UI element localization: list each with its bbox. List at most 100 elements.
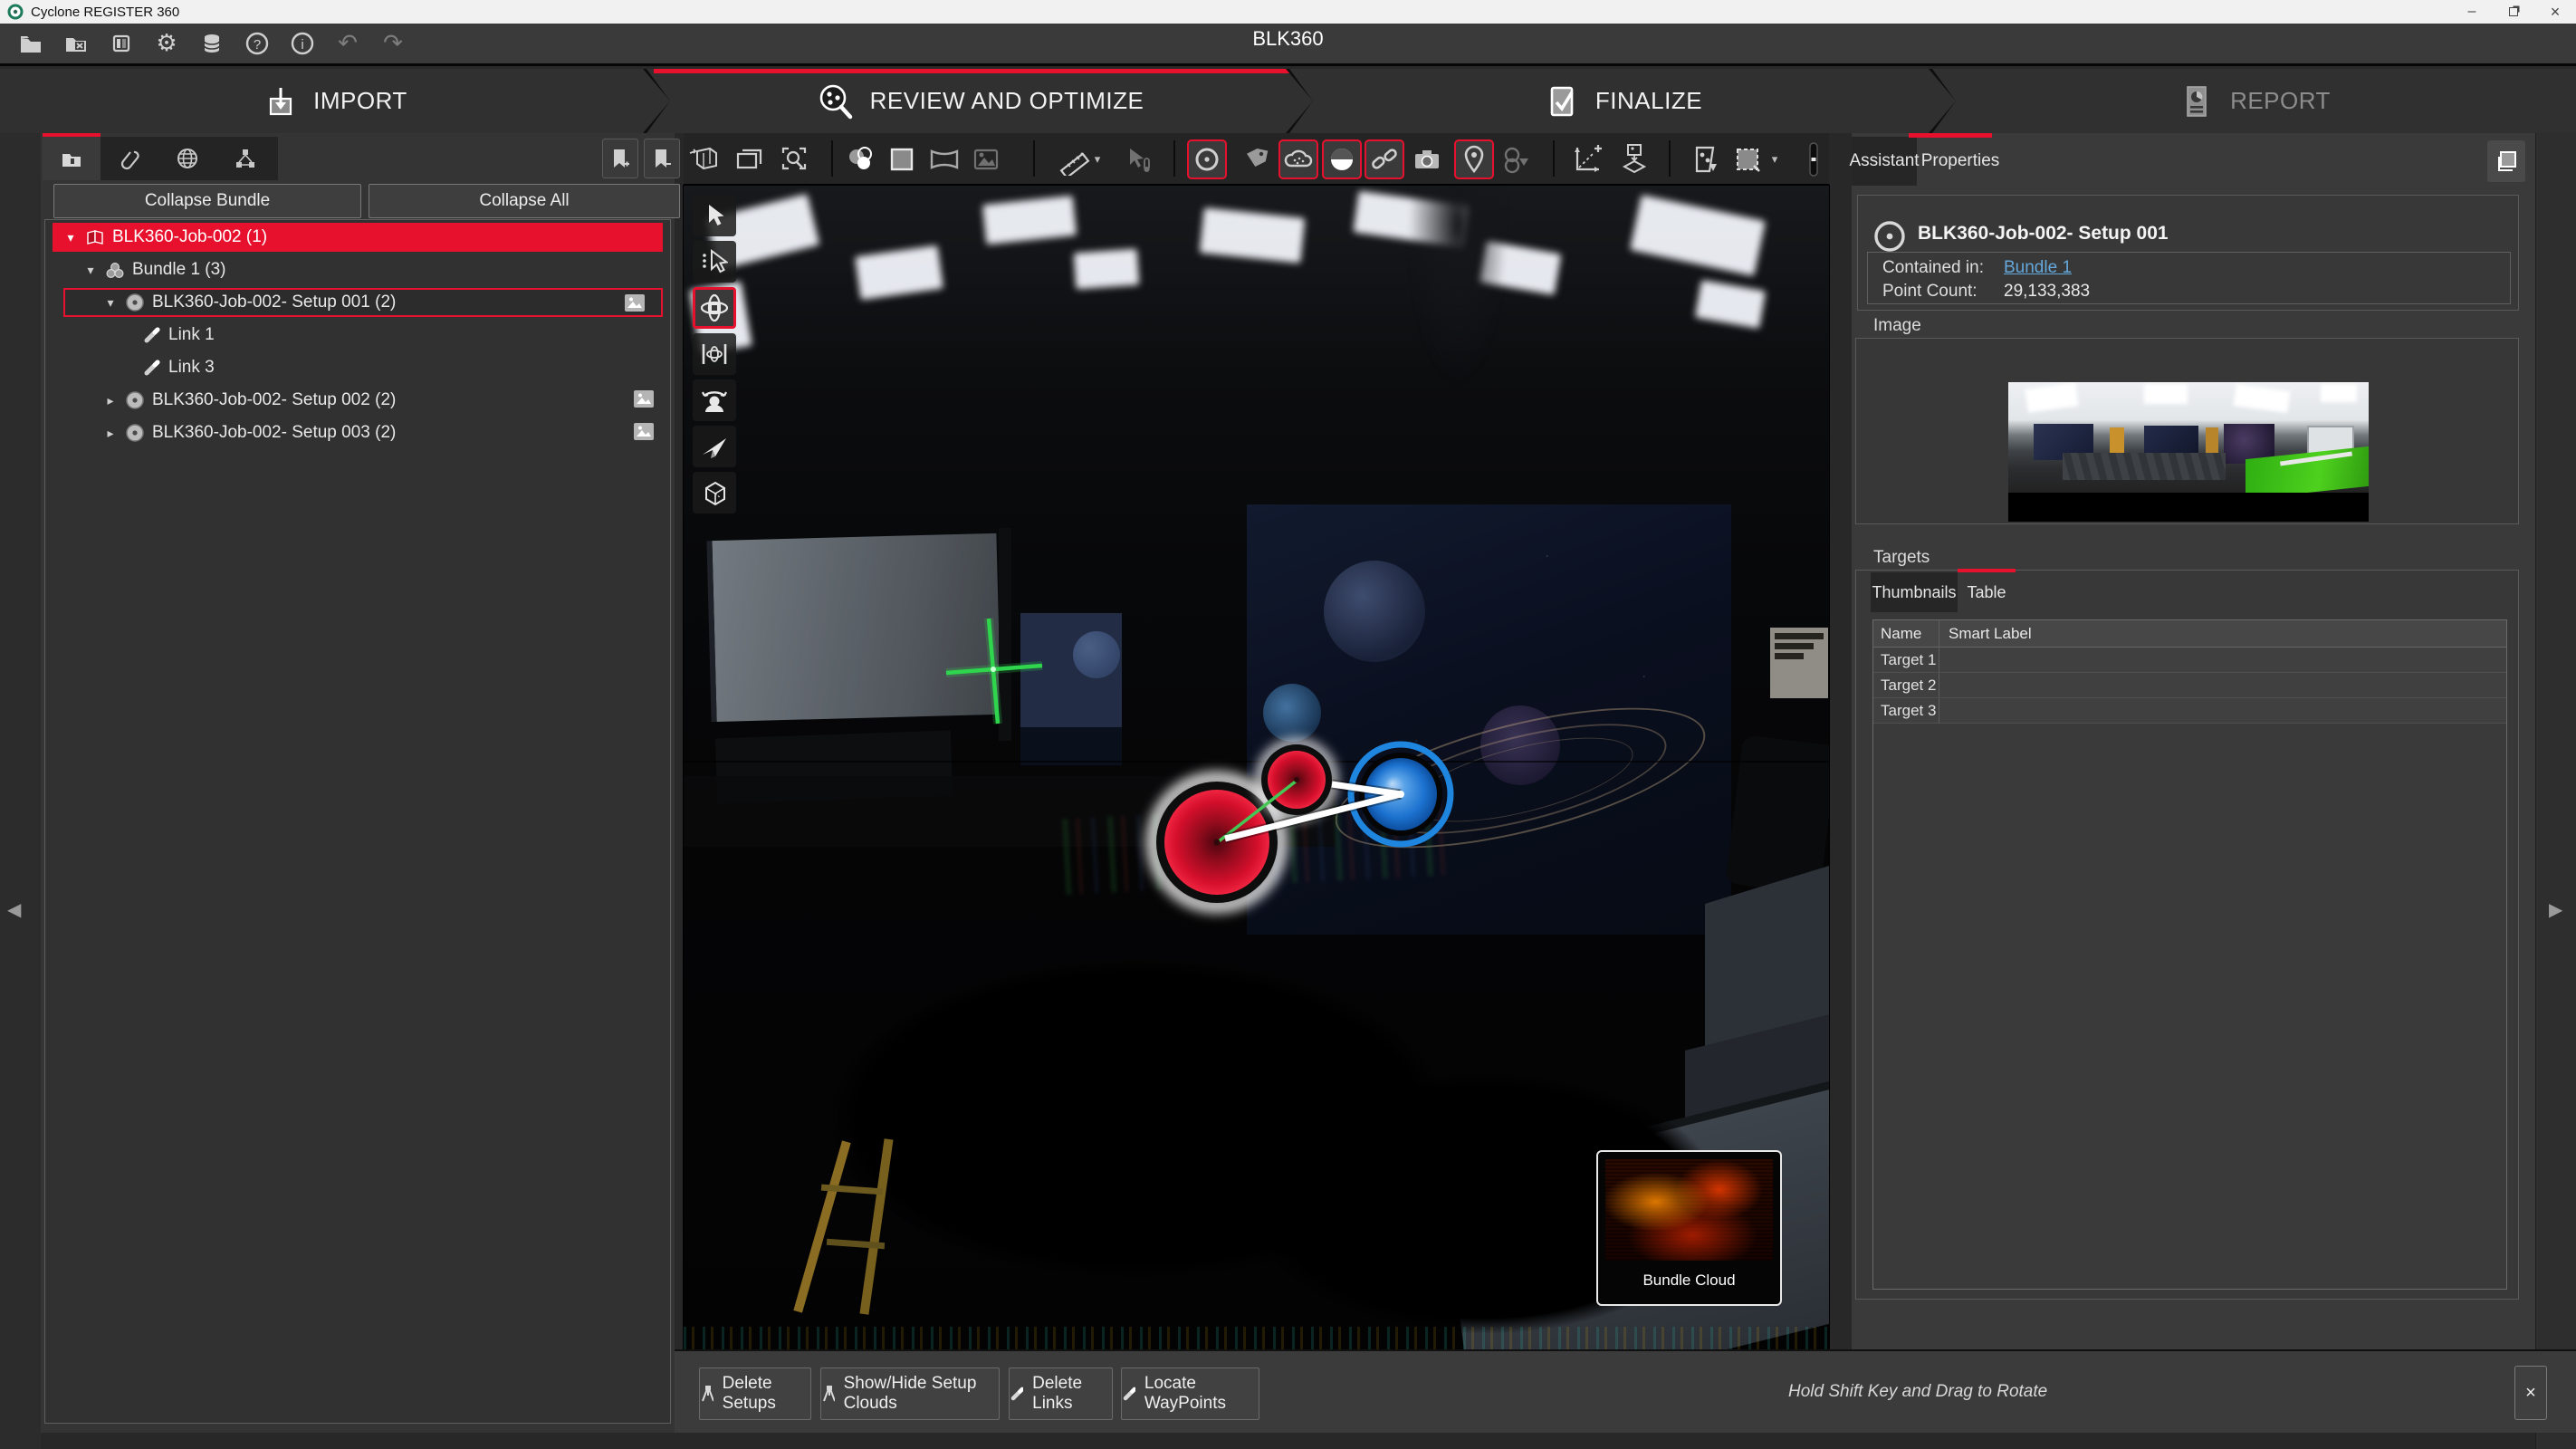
fly-tool-button[interactable] (693, 426, 736, 467)
expand-right-panel-button[interactable]: ▶ (2549, 898, 2562, 921)
close-project-button[interactable] (60, 27, 92, 60)
tree-row-setup-003[interactable]: ▸ BLK360-Job-002- Setup 003 (2) (45, 418, 670, 447)
app-logo-icon (7, 4, 24, 20)
point-size-slider[interactable] (1806, 139, 1821, 179)
setup-panorama-thumbnail[interactable] (2008, 382, 2369, 522)
column-header-smart-label[interactable]: Smart Label (1939, 625, 2506, 643)
close-window-button[interactable]: × (2534, 0, 2576, 24)
filter-tool[interactable] (1495, 139, 1535, 179)
tree-row-job[interactable]: ▾ BLK360-Job-002 (1) (53, 223, 663, 252)
tab-attachments[interactable] (101, 137, 158, 180)
show-links-toggle[interactable] (1365, 139, 1404, 179)
screenshot-tool[interactable] (1407, 139, 1447, 179)
close-action-bar-button[interactable]: × (2514, 1366, 2547, 1420)
zoom-region-icon[interactable] (774, 139, 814, 179)
tab-target-thumbnails[interactable]: Thumbnails (1871, 572, 1958, 612)
collapse-left-panel-button[interactable]: ◀ (7, 898, 21, 921)
panorama-view-icon[interactable] (924, 139, 964, 179)
color-mode-icon[interactable] (840, 139, 880, 179)
look-around-tool-button[interactable] (693, 379, 736, 421)
target-name: Target 2 (1873, 673, 1939, 697)
project-panes-button[interactable] (105, 27, 138, 60)
column-header-name[interactable]: Name (1873, 620, 1939, 647)
undo-button[interactable]: ↶ (331, 27, 364, 60)
workflow-tab-report[interactable]: REPORT (1932, 69, 2576, 133)
expand-panel-button[interactable] (2487, 140, 2525, 182)
solid-view-icon[interactable] (882, 139, 922, 179)
minimize-button[interactable]: – (2451, 0, 2493, 24)
open-project-button[interactable] (14, 27, 47, 60)
filter-circles-icon (1499, 144, 1530, 175)
measure-dropdown[interactable]: ▾ (1088, 139, 1106, 179)
tab-assistant[interactable]: Assistant (1852, 137, 1917, 186)
constrained-orbit-tool-button[interactable] (693, 333, 736, 375)
tab-target-table[interactable]: Table (1958, 572, 2016, 612)
point-cloud-viewport[interactable]: Bundle Cloud (684, 186, 1829, 1349)
image-view-icon[interactable] (966, 139, 1006, 179)
target-name: Target 1 (1873, 648, 1939, 672)
help-button[interactable]: ? (241, 27, 273, 60)
tab-project-tree[interactable] (43, 137, 101, 180)
help-icon: ? (244, 30, 271, 57)
setup-image-chip[interactable] (634, 423, 654, 440)
setup-icon (125, 293, 145, 312)
point-info-icon[interactable] (1118, 139, 1158, 179)
show-labels-toggle[interactable] (1236, 139, 1276, 179)
show-setups-toggle[interactable] (1187, 139, 1227, 179)
orbit-tool-button[interactable] (693, 287, 736, 329)
tree-row-setup-001[interactable]: ▾ BLK360-Job-002- Setup 001 (2) (63, 288, 663, 317)
settings-button[interactable]: ⚙ (150, 27, 183, 60)
show-hide-setup-clouds-button[interactable]: Show/Hide Setup Clouds (820, 1367, 1000, 1420)
tab-properties[interactable]: Properties (1917, 137, 2004, 186)
select-tool-button[interactable] (693, 195, 736, 236)
fit-view-icon[interactable] (729, 139, 769, 179)
finalize-icon (1543, 82, 1581, 120)
show-clouds-toggle[interactable] (1278, 139, 1318, 179)
target-row[interactable]: Target 1 (1873, 648, 2506, 673)
tab-site-map[interactable] (216, 137, 274, 180)
redo-button[interactable]: ↷ (377, 27, 409, 60)
workflow-tab-review-and-optimize[interactable]: REVIEW AND OPTIMIZE (646, 69, 1313, 133)
workflow-tab-import[interactable]: IMPORT (0, 69, 670, 133)
multi-select-tool-button[interactable] (693, 241, 736, 283)
target-row[interactable]: Target 3 (1873, 698, 2506, 724)
target-row[interactable]: Target 2 (1873, 673, 2506, 698)
project-image-tool[interactable] (1614, 139, 1654, 179)
add-bookmark-button[interactable] (602, 139, 638, 178)
view-cube-tool-button[interactable] (693, 472, 736, 513)
tree-row-bundle[interactable]: ▾ Bundle 1 (3) (45, 255, 670, 284)
restore-button[interactable] (2493, 0, 2534, 24)
info-button[interactable]: i (286, 27, 319, 60)
storage-button[interactable] (196, 27, 228, 60)
bundle-cloud-card[interactable]: Bundle Cloud (1596, 1150, 1782, 1306)
collapse-left-icon: ◀ (7, 900, 21, 920)
open-folder-icon (18, 31, 43, 56)
expander-icon[interactable]: ▸ (103, 393, 118, 408)
delete-links-button[interactable]: Delete Links (1009, 1367, 1113, 1420)
delete-setups-button[interactable]: Delete Setups (699, 1367, 811, 1420)
show-waypoints-toggle[interactable] (1454, 139, 1494, 179)
selection-dropdown[interactable]: ▾ (1766, 139, 1784, 179)
tree-row-link-1[interactable]: Link 1 (45, 321, 670, 350)
setup-image-chip[interactable] (634, 390, 654, 408)
apply-coordinates-tool[interactable] (1567, 139, 1607, 179)
expander-icon[interactable]: ▾ (103, 295, 118, 311)
expander-icon[interactable]: ▾ (63, 230, 78, 245)
import-cloud-icon[interactable] (684, 139, 723, 179)
tree-row-link-3[interactable]: Link 3 (45, 353, 670, 382)
palette-panel-tool[interactable] (1685, 139, 1725, 179)
setup-image-chip[interactable] (625, 294, 645, 312)
tree-row-setup-002[interactable]: ▸ BLK360-Job-002- Setup 002 (2) (45, 386, 670, 415)
contained-in-link[interactable]: Bundle 1 (2004, 258, 2072, 278)
locate-waypoints-button[interactable]: Locate WayPoints (1121, 1367, 1259, 1420)
selection-rect-tool[interactable] (1728, 139, 1767, 179)
tab-geo-reference[interactable] (158, 137, 216, 180)
remove-bookmark-button[interactable] (644, 139, 680, 178)
workflow-tab-finalize[interactable]: FINALIZE (1289, 69, 1956, 133)
expander-icon[interactable]: ▸ (103, 426, 118, 441)
main-toolbar: ⚙ ? i ↶ ↷ (0, 24, 2576, 66)
collapse-all-button[interactable]: Collapse All (369, 184, 680, 218)
show-targets-toggle[interactable] (1322, 139, 1362, 179)
collapse-bundle-button[interactable]: Collapse Bundle (53, 184, 361, 218)
expander-icon[interactable]: ▾ (83, 263, 98, 278)
